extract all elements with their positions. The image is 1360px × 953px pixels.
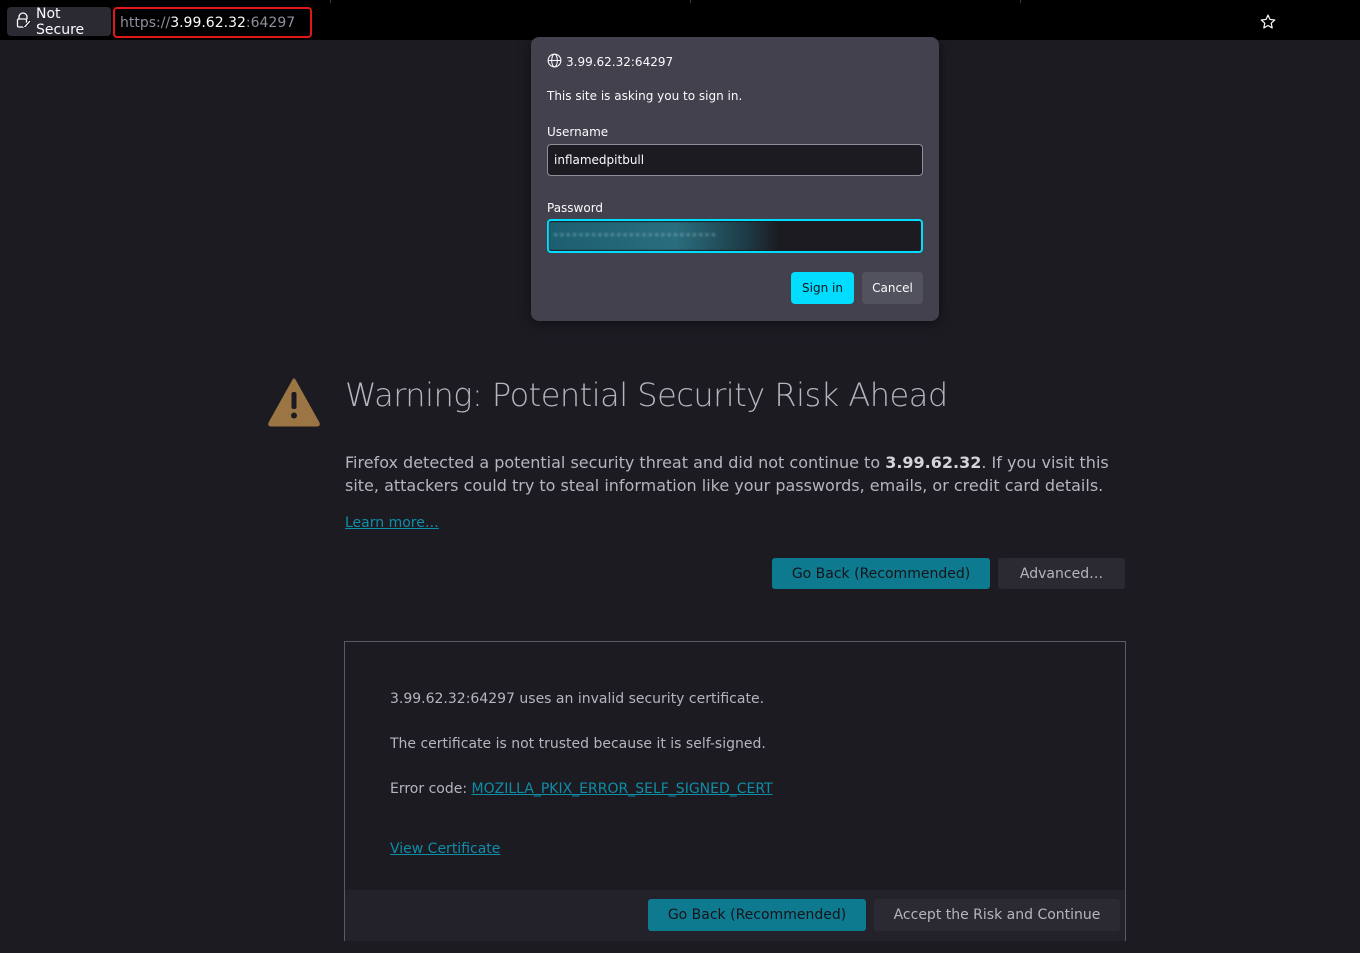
site-identity-button[interactable]: Not Secure	[7, 5, 111, 38]
advanced-panel: 3.99.62.32:64297 uses an invalid securit…	[344, 641, 1126, 941]
url-scheme: https://	[120, 14, 171, 31]
username-field[interactable]: inflamedpitbull	[547, 144, 923, 176]
auth-dialog: 3.99.62.32:64297 This site is asking you…	[531, 37, 939, 321]
url-port: :64297	[245, 14, 296, 31]
advanced-button-bar: Go Back (Recommended) Accept the Risk an…	[345, 890, 1125, 941]
accept-risk-button[interactable]: Accept the Risk and Continue	[874, 899, 1120, 931]
page-title: Warning: Potential Security Risk Ahead	[345, 376, 948, 414]
error-code-line: Error code: MOZILLA_PKIX_ERROR_SELF_SIGN…	[390, 781, 773, 797]
not-trusted-text: The certificate is not trusted because i…	[390, 736, 766, 752]
warning-desc-host: 3.99.62.32	[885, 453, 982, 472]
auth-origin: 3.99.62.32:64297	[547, 53, 673, 71]
go-back-button[interactable]: Go Back (Recommended)	[772, 558, 990, 589]
auth-message: This site is asking you to sign in.	[547, 89, 743, 103]
warning-desc-start: Firefox detected a potential security th…	[345, 453, 886, 472]
auth-origin-label: 3.99.62.32:64297	[566, 55, 674, 69]
tab-strip-edge	[0, 0, 1360, 3]
warning-description: Firefox detected a potential security th…	[345, 451, 1125, 497]
warning-triangle-icon	[268, 377, 320, 427]
invalid-cert-text: 3.99.62.32:64297 uses an invalid securit…	[390, 691, 765, 707]
url-host: 3.99.62.32	[170, 14, 246, 31]
advanced-button[interactable]: Advanced…	[998, 558, 1125, 589]
url-input[interactable]: https://3.99.62.32:64297	[113, 7, 312, 38]
error-code-link[interactable]: MOZILLA_PKIX_ERROR_SELF_SIGNED_CERT	[472, 781, 773, 797]
view-certificate-link[interactable]: View Certificate	[390, 841, 500, 857]
url-bar-background	[312, 7, 1284, 36]
cancel-button[interactable]: Cancel	[862, 272, 923, 304]
password-label: Password	[547, 201, 604, 215]
bookmark-star-icon[interactable]	[1256, 10, 1280, 34]
sign-in-button[interactable]: Sign in	[791, 272, 854, 304]
username-label: Username	[547, 125, 609, 139]
go-back-button-secondary[interactable]: Go Back (Recommended)	[648, 899, 866, 931]
globe-icon	[547, 53, 562, 71]
learn-more-link[interactable]: Learn more…	[345, 515, 439, 531]
not-secure-label: Not Secure	[36, 5, 85, 38]
error-code-label: Error code:	[390, 781, 472, 797]
url-toolbar: Not Secure https://3.99.62.32:64297	[0, 0, 1360, 40]
lock-warning-icon	[15, 11, 32, 32]
password-mask: ••••••••••••••••••••••••••	[553, 231, 718, 241]
password-field[interactable]: ••••••••••••••••••••••••••	[547, 219, 923, 253]
username-value: inflamedpitbull	[554, 153, 645, 167]
